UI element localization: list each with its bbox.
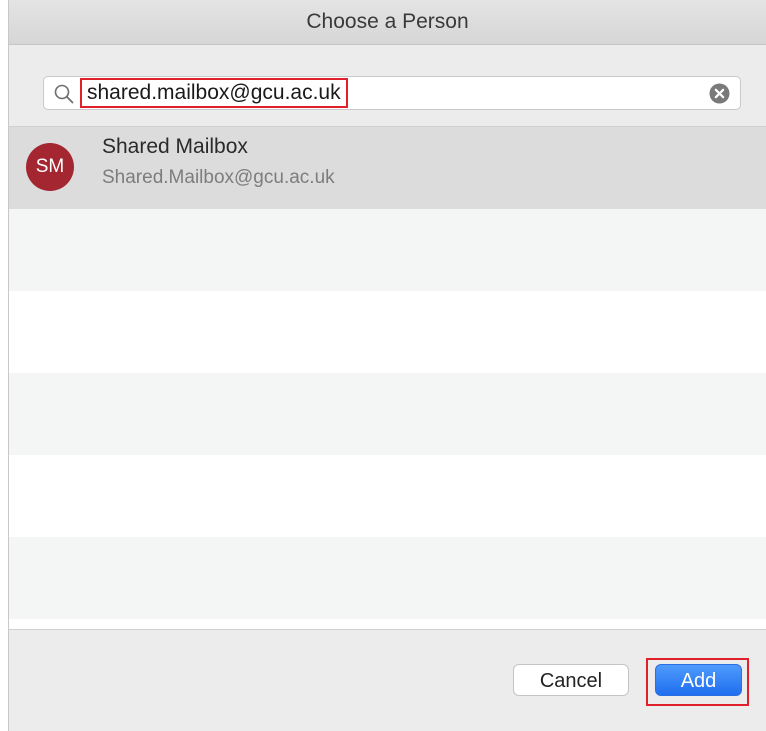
avatar: SM xyxy=(26,143,74,191)
empty-row xyxy=(9,619,766,629)
search-area: shared.mailbox@gcu.ac.uk xyxy=(9,45,766,127)
add-button[interactable]: Add xyxy=(655,664,742,696)
person-name: Shared Mailbox xyxy=(102,135,248,158)
choose-person-dialog: Choose a Person shared.mailbox@gcu.ac.uk… xyxy=(8,0,766,731)
search-input-value[interactable]: shared.mailbox@gcu.ac.uk xyxy=(80,78,348,108)
people-list: SM Shared Mailbox Shared.Mailbox@gcu.ac.… xyxy=(9,127,766,630)
empty-row xyxy=(9,537,766,619)
empty-row xyxy=(9,209,766,291)
clear-search-icon[interactable] xyxy=(709,83,730,104)
cancel-button[interactable]: Cancel xyxy=(513,664,629,696)
search-icon xyxy=(54,84,74,104)
dialog-title: Choose a Person xyxy=(9,0,766,45)
empty-row xyxy=(9,291,766,373)
search-input[interactable]: shared.mailbox@gcu.ac.uk xyxy=(43,76,741,110)
empty-row xyxy=(9,455,766,537)
person-row[interactable]: SM Shared Mailbox Shared.Mailbox@gcu.ac.… xyxy=(9,127,766,209)
empty-row xyxy=(9,373,766,455)
dialog-footer: Cancel Add xyxy=(9,630,766,731)
person-email: Shared.Mailbox@gcu.ac.uk xyxy=(102,167,335,188)
